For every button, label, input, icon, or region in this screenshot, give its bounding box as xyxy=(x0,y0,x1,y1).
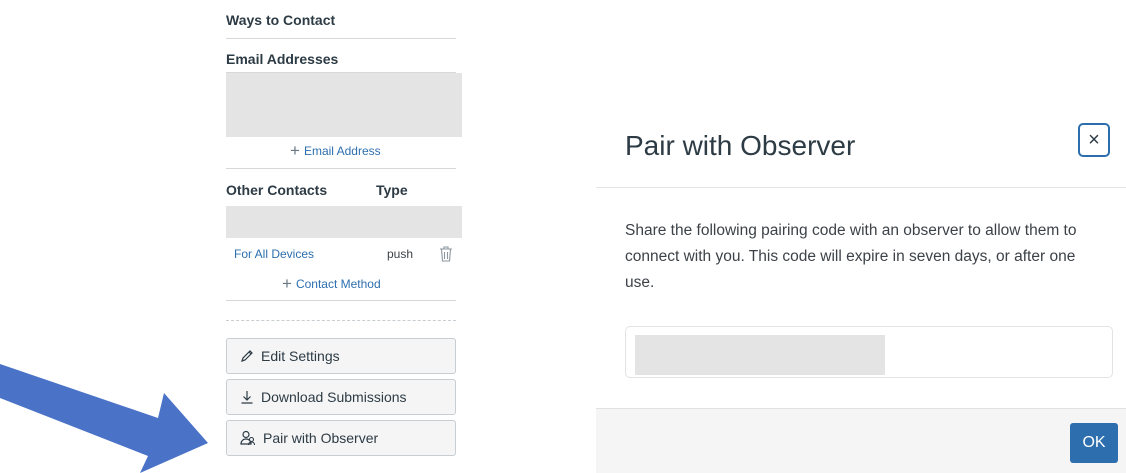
other-contacts-header: Other Contacts Type xyxy=(226,182,456,204)
plus-icon: + xyxy=(290,141,300,160)
plus-icon: + xyxy=(282,274,292,293)
close-button[interactable]: × xyxy=(1078,123,1110,157)
download-icon xyxy=(241,391,253,404)
type-column-heading: Type xyxy=(376,182,408,198)
add-contact-method-link[interactable]: + Contact Method xyxy=(282,274,381,293)
download-submissions-label: Download Submissions xyxy=(261,389,407,405)
edit-settings-button[interactable]: Edit Settings xyxy=(226,338,456,374)
add-contact-label: Contact Method xyxy=(295,277,381,291)
pairing-code-field[interactable] xyxy=(625,326,1113,378)
pairing-code-redacted xyxy=(635,335,885,375)
dashed-divider xyxy=(226,320,456,321)
screenshot-stage: Ways to Contact Email Addresses + Email … xyxy=(0,0,1126,473)
pair-with-observer-label: Pair with Observer xyxy=(263,430,379,446)
email-addresses-heading: Email Addresses xyxy=(226,51,456,73)
email-list-redacted xyxy=(226,73,462,137)
ways-to-contact-heading: Ways to Contact xyxy=(226,9,456,39)
divider xyxy=(226,300,456,301)
divider xyxy=(226,168,456,169)
dialog-instructions: Share the following pairing code with an… xyxy=(625,222,1077,291)
other-contacts-heading: Other Contacts xyxy=(226,182,328,198)
contact-type: push xyxy=(387,247,414,261)
annotation-arrow xyxy=(0,364,208,473)
contact-row: For All Devices push xyxy=(226,244,462,266)
download-submissions-button[interactable]: Download Submissions xyxy=(226,379,456,415)
edit-settings-label: Edit Settings xyxy=(261,348,340,364)
close-icon: × xyxy=(1088,129,1100,151)
dialog-footer: OK xyxy=(596,408,1126,473)
trash-icon[interactable] xyxy=(438,245,454,263)
pair-with-observer-button[interactable]: Pair with Observer xyxy=(226,420,456,456)
contact-device-link[interactable]: For All Devices xyxy=(234,247,314,261)
add-email-label: Email Address xyxy=(303,144,381,158)
pair-with-observer-dialog: Pair with Observer × Share the following… xyxy=(596,98,1126,473)
pencil-icon xyxy=(241,350,253,362)
contact-sidebar: Ways to Contact Email Addresses + Email … xyxy=(226,0,462,473)
contacts-list-redacted xyxy=(226,206,462,238)
dialog-title: Pair with Observer xyxy=(625,130,856,161)
ok-button[interactable]: OK xyxy=(1070,423,1118,463)
observer-pair-icon xyxy=(240,430,256,446)
add-email-address-link[interactable]: + Email Address xyxy=(290,141,381,160)
dialog-header-divider xyxy=(596,187,1126,188)
